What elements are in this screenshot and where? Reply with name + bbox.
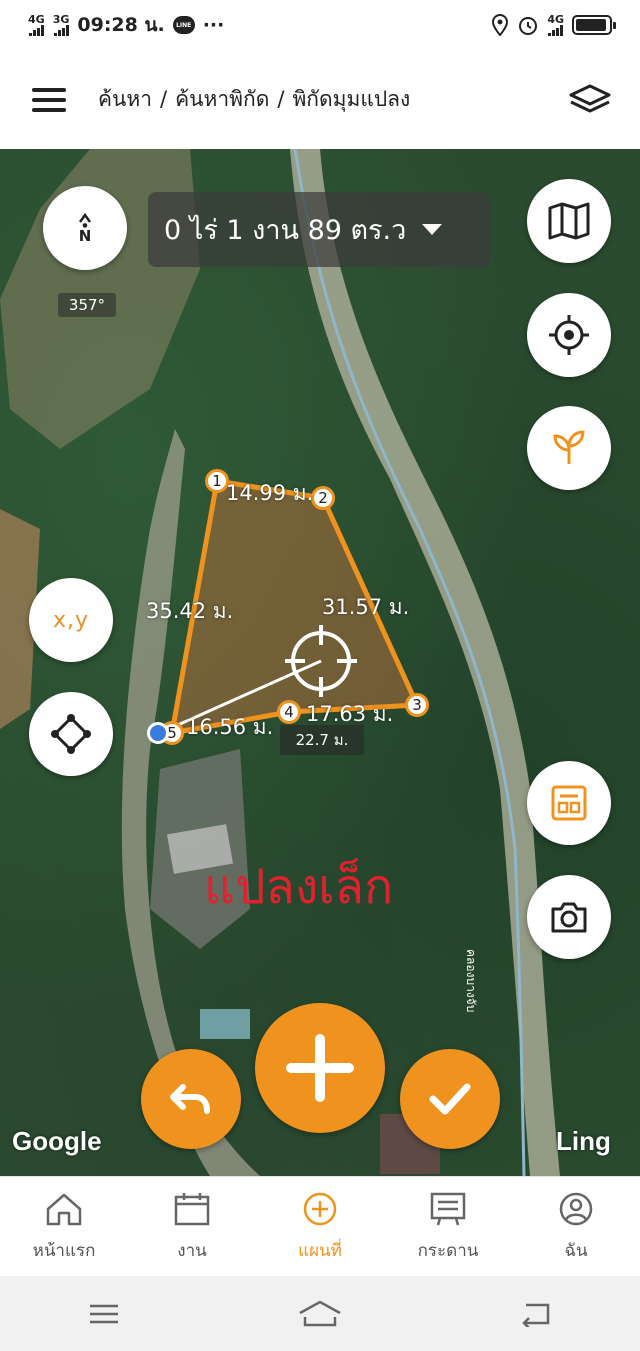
xy-label: x,y <box>52 607 90 633</box>
vertex-marker-4[interactable]: 4 <box>277 700 301 724</box>
vertex-marker-2[interactable]: 2 <box>311 486 335 510</box>
google-attribution: Google <box>12 1126 102 1156</box>
ling-watermark: Ling <box>556 1126 611 1156</box>
nav-board[interactable]: กระดาน <box>384 1177 512 1276</box>
edge-label-2-3: 31.57 ม. <box>322 595 410 619</box>
breadcrumb-separator: / <box>160 87 168 111</box>
camera-icon <box>551 902 587 933</box>
plus-icon <box>286 1034 354 1102</box>
signal-3g-icon: 3G <box>53 14 69 36</box>
polygon-edit-button[interactable] <box>29 692 113 776</box>
camera-button[interactable] <box>527 875 611 959</box>
add-point-button[interactable] <box>255 1003 385 1133</box>
recent-apps-icon[interactable] <box>88 1302 120 1326</box>
map-type-button[interactable] <box>527 179 611 263</box>
register-icon <box>551 785 587 821</box>
compass-heading: 357° <box>58 293 116 317</box>
current-location-dot <box>147 722 169 744</box>
status-bar: 4G 3G 09:28 น. LINE ··· 4G <box>0 0 640 50</box>
nav-map[interactable]: แผนที่ <box>256 1177 384 1276</box>
measure-distance-label: 22.7 ม. <box>280 725 364 755</box>
breadcrumb: ค้นหา / ค้นหาพิกัด / พิกัดมุมแปลง <box>98 83 568 116</box>
area-value: 0 ไร่ 1 งาน 89 ตร.ว <box>164 215 407 246</box>
battery-icon <box>572 15 616 35</box>
nav-map-label: แผนที่ <box>298 1241 342 1261</box>
nav-home[interactable]: หน้าแรก <box>0 1177 128 1276</box>
alarm-icon <box>519 17 538 35</box>
breadcrumb-corner-coordinates: พิกัดมุมแปลง <box>292 87 411 111</box>
road-name-label: คลองบางจับ <box>464 949 478 1013</box>
edge-label-1-2: 14.99 ม. <box>226 481 314 505</box>
compass-button[interactable]: ● N <box>43 186 127 270</box>
menu-icon[interactable] <box>32 87 66 112</box>
breadcrumb-separator: / <box>277 87 285 111</box>
confirm-button[interactable] <box>400 1049 500 1149</box>
nav-profile[interactable]: ฉัน <box>512 1177 640 1276</box>
coordinate-input-button[interactable]: x,y <box>29 578 113 662</box>
board-icon <box>430 1192 466 1226</box>
home-icon <box>46 1193 82 1226</box>
plant-button[interactable] <box>527 406 611 490</box>
target-icon <box>549 315 589 355</box>
vertex-marker-3[interactable]: 3 <box>405 693 429 717</box>
chevron-down-icon <box>422 224 443 235</box>
nav-board-label: กระดาน <box>417 1241 479 1261</box>
undo-icon <box>170 1084 210 1114</box>
compass-icon: ● N <box>78 212 92 244</box>
more-notifications-icon: ··· <box>202 14 225 36</box>
app-header: ค้นหา / ค้นหาพิกัด / พิกัดมุมแปลง <box>0 50 640 149</box>
polygon-icon <box>51 714 91 754</box>
status-left: 4G 3G 09:28 น. LINE ··· <box>28 10 224 40</box>
breadcrumb-search-coordinate[interactable]: ค้นหาพิกัด <box>175 87 269 111</box>
my-location-button[interactable] <box>527 293 611 377</box>
satellite-map[interactable]: 1 2 3 4 5 14.99 ม. 31.57 ม. 35.42 ม. 16.… <box>0 149 640 1176</box>
nav-home-label: หน้าแรก <box>32 1241 96 1261</box>
plot-info-button[interactable] <box>527 761 611 845</box>
clock: 09:28 น. <box>77 14 165 36</box>
map-icon <box>548 202 590 240</box>
nav-profile-label: ฉัน <box>564 1241 588 1261</box>
undo-button[interactable] <box>141 1049 241 1149</box>
layers-icon[interactable] <box>568 83 612 117</box>
map-annotation-text: แปลงเล็ก <box>204 859 394 915</box>
location-icon <box>492 14 509 36</box>
bottom-nav: หน้าแรก งาน แผนที่ กระดาน ฉัน <box>0 1176 640 1276</box>
signal-4g-icon: 4G <box>28 14 45 36</box>
back-icon[interactable] <box>520 1301 552 1327</box>
sprout-icon <box>553 430 585 464</box>
calendar-icon <box>174 1193 210 1226</box>
signal-4g-main-icon: 4G <box>547 14 564 36</box>
status-right: 4G <box>491 14 616 36</box>
edge-label-5-1: 35.42 ม. <box>146 599 234 623</box>
user-icon <box>559 1192 593 1226</box>
edge-label-4-5: 16.56 ม. <box>186 715 274 739</box>
nav-tasks[interactable]: งาน <box>128 1177 256 1276</box>
line-app-icon: LINE <box>172 16 195 34</box>
check-icon <box>429 1083 471 1115</box>
system-nav-bar <box>0 1276 640 1351</box>
nav-tasks-label: งาน <box>177 1241 207 1261</box>
breadcrumb-search[interactable]: ค้นหา <box>98 87 152 111</box>
area-dropdown[interactable]: 0 ไร่ 1 งาน 89 ตร.ว <box>148 192 490 267</box>
plus-circle-icon <box>303 1192 337 1226</box>
home-button-icon[interactable] <box>297 1299 343 1329</box>
